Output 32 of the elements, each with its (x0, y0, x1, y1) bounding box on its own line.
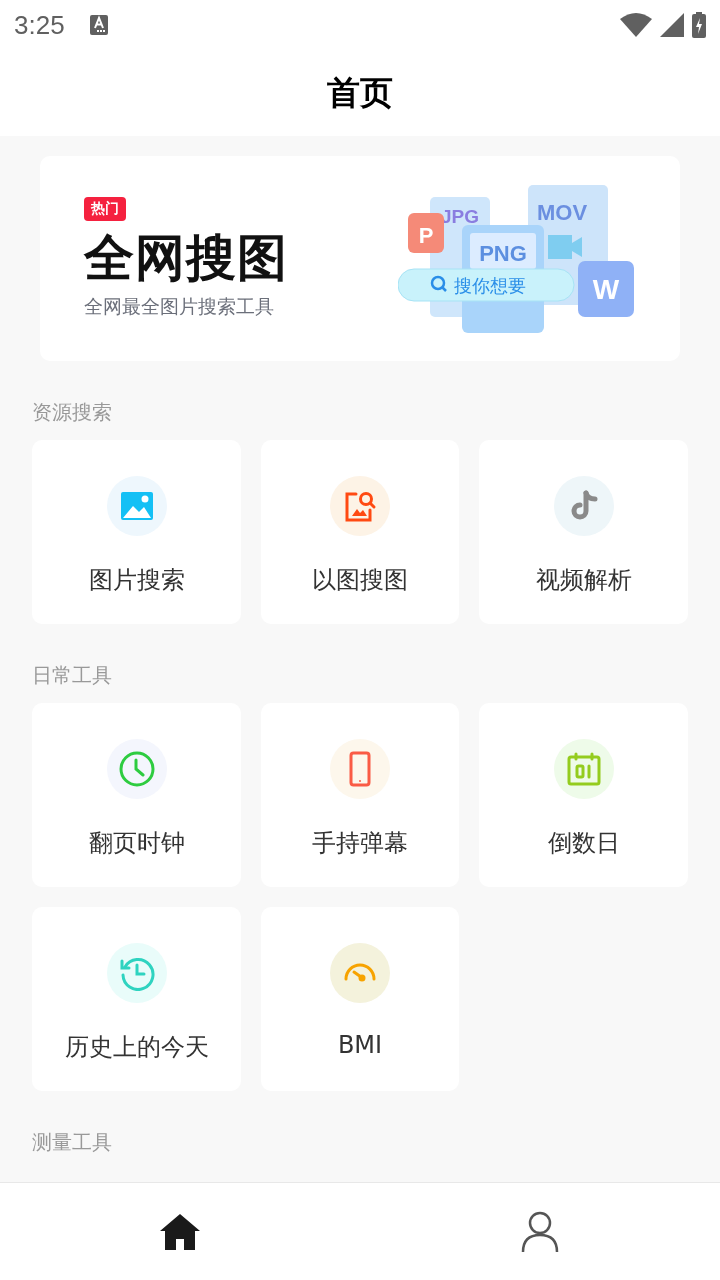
section-title: 日常工具 (32, 662, 113, 689)
signal-icon (660, 13, 684, 37)
page-title: 首页 (327, 71, 393, 114)
hot-badge: 热门 (84, 197, 126, 221)
person-icon (521, 1210, 559, 1253)
tool-label: 手持弹幕 (312, 828, 408, 859)
banner-title: 全网搜图 (84, 228, 288, 289)
tool-label: 图片搜索 (88, 565, 185, 596)
tool-card[interactable]: BMI (261, 907, 459, 1091)
file-search-drawing: JPG MOV PNG P 搜你想要 W (398, 182, 640, 335)
keyboard-icon (88, 14, 109, 36)
tool-label: 视频解析 (535, 565, 632, 596)
tool-label: 翻页时钟 (88, 828, 185, 859)
tool-label: 以图搜图 (312, 565, 408, 596)
tool-card[interactable]: 翻页时钟 (32, 703, 241, 887)
tool-card[interactable]: 以图搜图 (261, 440, 459, 624)
tool-card[interactable]: 倒数日 (479, 703, 688, 887)
section-title: 测量工具 (32, 1129, 113, 1156)
tool-card[interactable]: 图片搜索 (32, 440, 241, 624)
tool-card[interactable]: 手持弹幕 (261, 703, 459, 887)
banner-subtitle: 全网最全图片搜索工具 (84, 294, 274, 319)
status-time: 3:25 (14, 9, 65, 41)
tool-label: 倒数日 (547, 828, 620, 859)
tool-label: BMI (337, 1031, 383, 1059)
tool-card[interactable]: 视频解析 (479, 440, 688, 624)
battery-icon (692, 12, 706, 38)
section-title: 资源搜索 (32, 399, 113, 426)
tool-label: 历史上的今天 (64, 1032, 209, 1063)
banner-card[interactable]: 热门 全网搜图 全网最全图片搜索工具 JPG MOV PNG P 搜你想要 W (40, 156, 680, 361)
wifi-icon (620, 13, 652, 37)
home-icon (159, 1211, 201, 1252)
tool-card[interactable]: 历史上的今天 (32, 907, 241, 1091)
